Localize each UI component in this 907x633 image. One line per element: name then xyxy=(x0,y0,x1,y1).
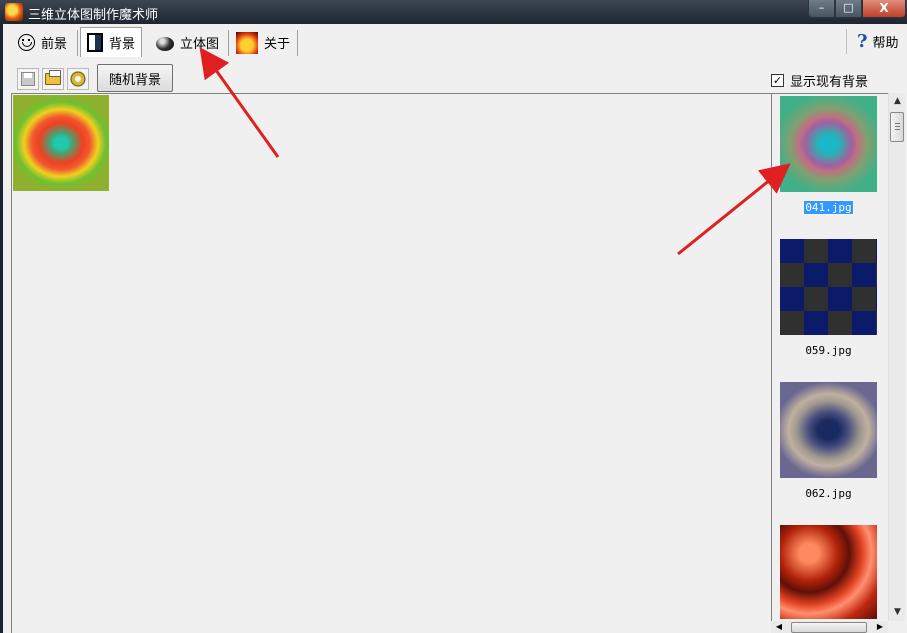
show-existing-bg-checkbox[interactable]: ✓ xyxy=(771,74,784,87)
scroll-right-icon[interactable]: ▶ xyxy=(874,621,886,633)
open-button[interactable] xyxy=(42,68,64,90)
settings-gear-icon xyxy=(69,70,87,88)
show-existing-bg-option[interactable]: ✓ 显示现有背景 xyxy=(771,71,868,90)
vertical-scrollbar[interactable]: ▲ ▼ xyxy=(888,93,905,621)
background-icon xyxy=(87,33,103,52)
help-button[interactable]: ? 帮助 xyxy=(846,29,906,54)
tab-divider xyxy=(228,30,229,56)
title-bar[interactable]: 三维立体图制作魔术师 – □ X xyxy=(0,0,907,24)
scrollbar-thumb[interactable] xyxy=(791,622,867,633)
horizontal-scrollbar[interactable]: ◀ ▶ xyxy=(771,621,888,633)
tab-about[interactable]: 关于 xyxy=(230,29,296,56)
scroll-left-icon[interactable]: ◀ xyxy=(773,621,785,633)
tab-stereogram[interactable]: 立体图 xyxy=(150,29,225,56)
tab-background[interactable]: 背景 xyxy=(80,27,143,57)
thumbnail-label[interactable]: 062.jpg xyxy=(780,487,877,500)
scroll-up-icon[interactable]: ▲ xyxy=(889,93,906,110)
settings-button[interactable] xyxy=(67,68,89,90)
question-mark-icon: ? xyxy=(857,31,868,52)
thumbnail-label[interactable]: 059.jpg xyxy=(780,344,877,357)
save-icon xyxy=(21,72,35,86)
show-existing-bg-label: 显示现有背景 xyxy=(790,75,869,90)
thumbnail-image[interactable] xyxy=(780,239,877,335)
save-button[interactable] xyxy=(17,68,39,90)
thumbnail-label[interactable]: 041.jpg xyxy=(780,200,877,215)
tab-label: 前景 xyxy=(41,37,68,52)
app-logo-icon xyxy=(5,3,23,21)
background-canvas[interactable] xyxy=(11,93,771,633)
thumbnail-image[interactable] xyxy=(780,96,877,192)
about-icon xyxy=(236,31,258,54)
stereogram-ball-icon xyxy=(156,37,174,51)
scrollbar-thumb[interactable] xyxy=(890,112,904,142)
smiley-face-icon xyxy=(18,34,35,51)
minimize-button[interactable]: – xyxy=(808,0,835,18)
random-background-button[interactable]: 随机背景 xyxy=(97,64,173,92)
maximize-button[interactable]: □ xyxy=(835,0,862,18)
tab-label: 立体图 xyxy=(180,37,220,52)
tab-divider xyxy=(77,30,78,56)
scroll-down-icon[interactable]: ▼ xyxy=(889,604,906,621)
thumbnail-image[interactable] xyxy=(780,525,877,619)
help-label: 帮助 xyxy=(872,36,899,51)
window-left-border xyxy=(0,24,6,633)
tab-foreground[interactable]: 前景 xyxy=(12,29,73,56)
app-window: 三维立体图制作魔术师 – □ X 前景 背景 立体图 关于 ? 帮助 随机背景 … xyxy=(0,0,907,633)
window-title: 三维立体图制作魔术师 xyxy=(28,8,159,23)
thumbnail-panel[interactable]: 041.jpg 059.jpg 062.jpg xyxy=(771,93,888,633)
tab-divider xyxy=(297,30,298,56)
thumbnail-image[interactable] xyxy=(780,382,877,478)
background-tile-preview xyxy=(13,95,109,191)
tab-label: 背景 xyxy=(109,37,136,52)
tab-label: 关于 xyxy=(264,37,291,52)
open-folder-icon xyxy=(45,70,61,85)
close-button[interactable]: X xyxy=(862,0,906,18)
